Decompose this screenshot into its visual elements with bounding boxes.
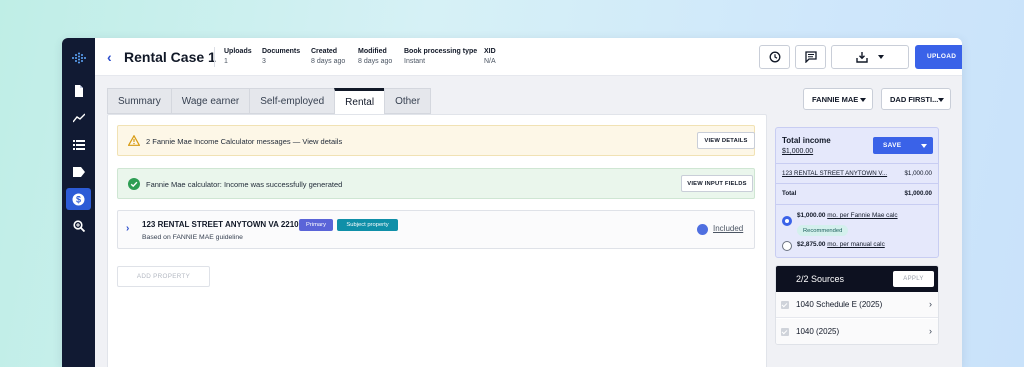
property-guideline: Based on FANNIE MAE guideline xyxy=(142,234,243,241)
meta-created: Created 8 days ago xyxy=(311,48,346,65)
dollar-icon[interactable]: $ xyxy=(66,188,91,210)
manual-calc-radio[interactable] xyxy=(782,241,792,251)
source-item[interactable]: 1040 Schedule E (2025) › xyxy=(776,292,938,318)
total-income-title: Total income xyxy=(782,136,831,145)
trend-line-icon[interactable] xyxy=(66,107,91,129)
income-total-label: Total xyxy=(782,190,797,197)
included-toggle[interactable] xyxy=(697,224,708,235)
comment-icon xyxy=(804,51,817,63)
tab-rental[interactable]: Rental xyxy=(334,88,385,115)
tab-other[interactable]: Other xyxy=(384,88,432,114)
page-title: Rental Case 1 xyxy=(124,49,216,65)
document-icon[interactable] xyxy=(66,80,91,102)
warning-alert-text: 2 Fannie Mae Income Calculator messages … xyxy=(146,137,343,146)
upload-label: UPLOAD xyxy=(927,53,957,60)
tab-wage-earner[interactable]: Wage earner xyxy=(170,88,250,114)
save-button[interactable]: SAVE xyxy=(873,137,933,154)
chevron-right-icon[interactable]: › xyxy=(126,223,129,234)
case-header: ‹ Rental Case 1 Uploads 1 Documents 3 Crea… xyxy=(95,38,962,76)
sources-title: 2/2 Sources xyxy=(796,274,845,284)
warning-icon xyxy=(128,135,140,146)
sources-header: 2/2 Sources APPLY xyxy=(776,266,938,292)
chevron-right-icon[interactable]: › xyxy=(929,299,932,309)
content-area: Summary Wage earner Self-employed Rental… xyxy=(95,76,962,367)
divider xyxy=(776,204,938,205)
upload-button[interactable]: UPLOAD xyxy=(915,45,962,69)
meta-modified: Modified 8 days ago xyxy=(358,48,393,65)
agency-dropdown[interactable]: FANNIE MAE xyxy=(803,88,873,110)
recommended-badge: Recommended xyxy=(797,225,849,236)
source-label: 1040 (2025) xyxy=(796,327,840,336)
meta-uploads: Uploads 1 xyxy=(224,48,252,65)
primary-badge: Primary xyxy=(299,219,333,231)
rental-panel: 2 Fannie Mae Income Calculator messages … xyxy=(107,114,767,367)
agency-dropdown-value: FANNIE MAE xyxy=(812,94,859,104)
chevron-right-icon[interactable]: › xyxy=(929,326,932,336)
included-status[interactable]: Included xyxy=(713,224,743,233)
fannie-mae-calc-option[interactable]: $1,000.00 mo. per Fannie Mae calc xyxy=(797,212,898,219)
fannie-mae-calc-radio[interactable] xyxy=(782,216,792,226)
svg-text:$: $ xyxy=(76,194,81,204)
source-label: 1040 Schedule E (2025) xyxy=(796,300,883,309)
meta-xid: XID N/A xyxy=(484,48,496,65)
divider xyxy=(776,163,938,164)
manual-calc-option[interactable]: $2,875.00 mo. per manual calc xyxy=(797,241,885,248)
meta-processing-type: Book processing type Instant xyxy=(404,48,478,65)
source-checkbox[interactable] xyxy=(781,301,789,309)
income-total-row: Total $1,000.00 xyxy=(782,190,932,197)
chevron-down-icon xyxy=(860,98,866,102)
property-row[interactable]: › 123 RENTAL STREET ANYTOWN VA 22107 Pri… xyxy=(117,210,755,249)
success-alert: Fannie Mae calculator: Income was succes… xyxy=(117,168,755,199)
source-item[interactable]: 1040 (2025) › xyxy=(776,319,938,344)
property-address: 123 RENTAL STREET ANYTOWN VA 22107 xyxy=(142,220,304,229)
chevron-down-icon xyxy=(878,55,884,59)
income-property-row: 123 RENTAL STREET ANYTOWN V... $1,000.00 xyxy=(782,170,932,177)
list-icon[interactable] xyxy=(66,134,91,156)
app-logo xyxy=(72,52,86,64)
app-window: $ ‹ Rental Case 1 Uploads 1 Documents 3 Cr… xyxy=(62,38,962,367)
total-income-card: Total income $1,000.00 SAVE 123 RENTAL S… xyxy=(775,127,939,258)
divider xyxy=(776,183,938,184)
tab-bar: Summary Wage earner Self-employed Rental… xyxy=(107,88,432,115)
search-zoom-icon[interactable] xyxy=(66,215,91,237)
tag-icon[interactable] xyxy=(66,161,91,183)
download-button[interactable] xyxy=(831,45,909,69)
save-label: SAVE xyxy=(883,142,902,149)
history-button[interactable] xyxy=(759,45,790,69)
borrower-dropdown[interactable]: DAD FIRSTI... xyxy=(881,88,951,110)
source-checkbox[interactable] xyxy=(781,328,789,336)
chevron-down-icon[interactable] xyxy=(921,144,927,148)
chevron-left-icon[interactable]: ‹ xyxy=(107,49,112,65)
add-property-button[interactable]: ADD PROPERTY xyxy=(117,266,210,287)
warning-alert: 2 Fannie Mae Income Calculator messages … xyxy=(117,125,755,156)
borrower-dropdown-value: DAD FIRSTI... xyxy=(890,94,939,104)
view-details-button[interactable]: VIEW DETAILS xyxy=(697,132,755,149)
tab-summary[interactable]: Summary xyxy=(107,88,171,114)
comments-button[interactable] xyxy=(795,45,826,69)
total-income-amount: $1,000.00 xyxy=(782,148,814,155)
subject-property-badge: Subject property xyxy=(337,219,398,231)
download-icon xyxy=(856,52,868,63)
apply-button[interactable]: APPLY xyxy=(893,271,934,287)
income-total-value: $1,000.00 xyxy=(904,190,932,197)
sources-card: 2/2 Sources APPLY 1040 Schedule E (2025)… xyxy=(775,265,939,345)
chevron-down-icon xyxy=(938,98,944,102)
meta-documents: Documents 3 xyxy=(262,48,301,65)
view-input-fields-button[interactable]: VIEW INPUT FIELDS xyxy=(681,175,753,192)
success-alert-text: Fannie Mae calculator: Income was succes… xyxy=(146,180,343,189)
tab-self-employed[interactable]: Self-employed xyxy=(249,88,335,114)
clock-history-icon xyxy=(769,51,780,63)
income-row-label[interactable]: 123 RENTAL STREET ANYTOWN V... xyxy=(782,170,887,177)
divider xyxy=(214,47,215,67)
income-row-value: $1,000.00 xyxy=(904,170,932,177)
check-circle-icon xyxy=(128,178,140,190)
sidebar-rail: $ xyxy=(62,38,95,367)
